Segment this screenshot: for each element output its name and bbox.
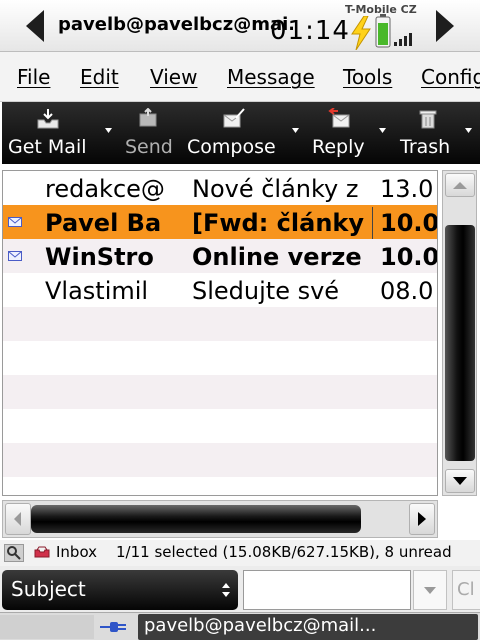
menu-bar: File Edit View Message Tools Config bbox=[0, 52, 480, 102]
envelope-icon bbox=[8, 217, 22, 227]
horizontal-scroll-thumb[interactable] bbox=[31, 505, 361, 533]
trash-button[interactable]: Trash bbox=[386, 102, 480, 164]
send-queue-icon bbox=[139, 108, 157, 127]
chevron-down-icon[interactable] bbox=[465, 128, 472, 133]
message-row[interactable]: WinStro Online verze 10.0 bbox=[3, 239, 438, 273]
signal-icon bbox=[394, 33, 412, 46]
message-from: Vlastimil bbox=[45, 277, 149, 305]
inbox-tray-icon bbox=[37, 109, 59, 129]
chevron-down-icon bbox=[424, 587, 436, 594]
chevron-right-icon bbox=[418, 512, 426, 526]
window-title[interactable]: pavelb@pavelbcz@mai... bbox=[58, 14, 293, 35]
send-button[interactable]: Send bbox=[114, 102, 180, 164]
select-arrows-icon bbox=[222, 583, 230, 597]
get-mail-button[interactable]: Get Mail bbox=[2, 102, 114, 164]
search-field-select[interactable]: Subject bbox=[2, 570, 238, 610]
compose-button[interactable]: Compose bbox=[184, 102, 300, 164]
search-history-dropdown[interactable] bbox=[413, 570, 447, 610]
battery-icon bbox=[375, 14, 391, 48]
selection-info: 1/11 selected (15.08KB/627.15KB), 8 unre… bbox=[116, 543, 452, 561]
menu-edit[interactable]: Edit bbox=[80, 65, 119, 89]
scroll-right-button[interactable] bbox=[409, 503, 435, 535]
empty-row bbox=[3, 341, 437, 375]
task-bar: pavelb@pavelbcz@mail... bbox=[0, 612, 480, 640]
message-date: 10.0 bbox=[380, 209, 438, 237]
status-bar: pavelb@pavelbcz@mai... 01:14 T-Mobile CZ bbox=[0, 0, 480, 52]
get-mail-label: Get Mail bbox=[8, 136, 87, 158]
magnifier-icon bbox=[7, 546, 21, 560]
vertical-scroll-thumb[interactable] bbox=[445, 225, 475, 461]
toolbar: Get Mail Send Compose Reply Trash bbox=[2, 102, 480, 164]
message-from: Pavel Ba bbox=[45, 209, 162, 237]
message-date: 08.0 bbox=[380, 277, 434, 305]
menu-file[interactable]: File bbox=[17, 65, 50, 89]
message-subject: Sledujte své bbox=[192, 277, 340, 305]
search-toggle-icon[interactable] bbox=[4, 544, 24, 562]
charging-icon bbox=[351, 16, 371, 50]
message-subject: Nové články z bbox=[192, 175, 359, 203]
inbox-folder-icon bbox=[34, 546, 50, 558]
search-bar: Subject Cl bbox=[0, 566, 480, 612]
trash-label: Trash bbox=[400, 136, 451, 158]
message-date: 13.0 bbox=[380, 175, 434, 203]
chevron-down-icon[interactable] bbox=[105, 128, 112, 133]
scroll-left-button[interactable] bbox=[5, 503, 31, 535]
empty-row bbox=[3, 307, 437, 341]
folder-status-line: Inbox 1/11 selected (15.08KB/627.15KB), … bbox=[0, 540, 480, 566]
taskbar-area bbox=[0, 615, 94, 639]
message-row-selected[interactable]: Pavel Ba [Fwd: články 10.0 bbox=[3, 205, 438, 239]
forward-arrow-icon[interactable] bbox=[434, 8, 456, 44]
message-subject: Online verze bbox=[192, 243, 362, 271]
network-connection-icon[interactable] bbox=[100, 619, 130, 635]
chevron-left-icon bbox=[14, 512, 21, 526]
menu-view[interactable]: View bbox=[150, 65, 197, 89]
send-label: Send bbox=[125, 136, 173, 158]
horizontal-scrollbar[interactable] bbox=[2, 500, 438, 538]
vertical-scrollbar[interactable] bbox=[442, 170, 477, 496]
reply-icon bbox=[328, 108, 350, 128]
search-field-value: Subject bbox=[11, 577, 86, 601]
message-from: redakce@ bbox=[45, 175, 165, 203]
message-row[interactable]: Vlastimil Sledujte své 08.0 bbox=[3, 273, 437, 307]
chevron-up-icon bbox=[453, 182, 467, 189]
reply-button[interactable]: Reply bbox=[302, 102, 386, 164]
envelope-icon bbox=[8, 251, 22, 261]
empty-row bbox=[3, 443, 437, 477]
menu-config[interactable]: Config bbox=[421, 65, 480, 89]
menu-message[interactable]: Message bbox=[227, 65, 315, 89]
chevron-down-icon[interactable] bbox=[292, 128, 299, 133]
clock: 01:14 bbox=[270, 16, 350, 46]
message-from: WinStro bbox=[45, 243, 154, 271]
compose-label: Compose bbox=[187, 136, 276, 158]
message-date: 10.0 bbox=[380, 243, 438, 271]
scroll-down-button[interactable] bbox=[445, 469, 475, 493]
compose-icon bbox=[223, 108, 245, 128]
folder-name: Inbox bbox=[56, 543, 98, 561]
menu-tools[interactable]: Tools bbox=[343, 65, 392, 89]
message-row[interactable]: redakce@ Nové články z 13.0 bbox=[3, 171, 437, 205]
active-window-button[interactable]: pavelb@pavelbcz@mail... bbox=[138, 614, 478, 640]
chevron-down-icon[interactable] bbox=[379, 128, 386, 133]
scroll-up-button[interactable] bbox=[445, 173, 475, 197]
trash-icon bbox=[419, 110, 437, 129]
clear-search-button[interactable]: Cl bbox=[452, 570, 480, 610]
empty-row bbox=[3, 409, 437, 443]
message-subject: [Fwd: články bbox=[192, 207, 373, 239]
search-input[interactable] bbox=[243, 570, 411, 610]
empty-row bbox=[3, 375, 437, 409]
chevron-down-icon bbox=[453, 477, 467, 485]
reply-label: Reply bbox=[312, 136, 365, 158]
message-list[interactable]: redakce@ Nové články z 13.0 Pavel Ba [Fw… bbox=[2, 170, 438, 496]
back-arrow-icon[interactable] bbox=[24, 8, 46, 44]
